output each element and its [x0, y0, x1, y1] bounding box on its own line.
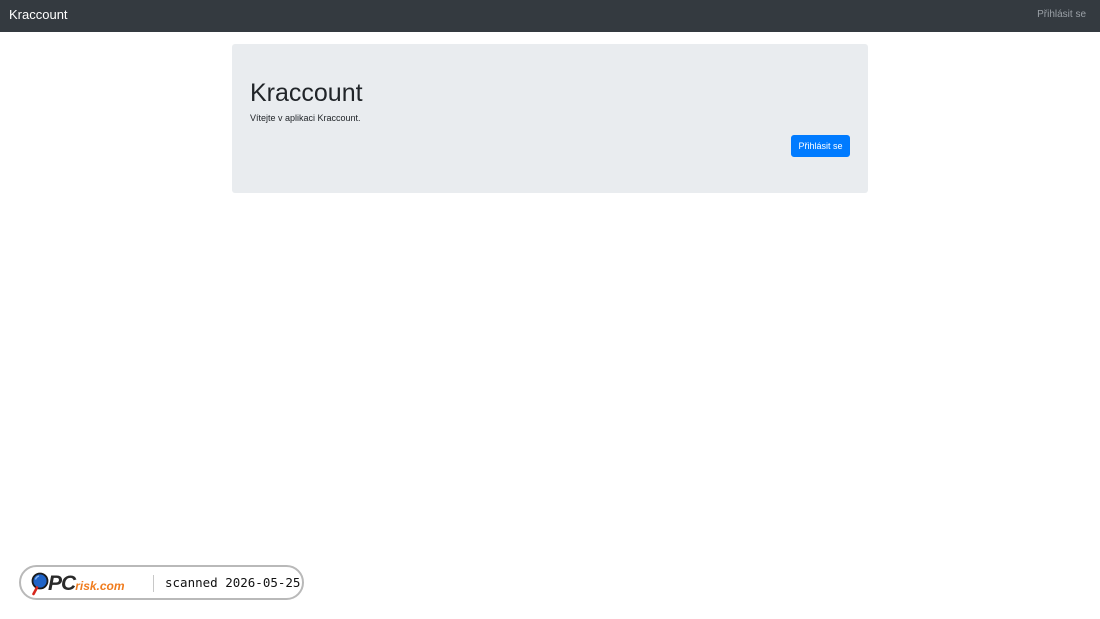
scan-date-text: scanned 2026-05-25 [165, 575, 301, 590]
badge-divider [153, 575, 154, 592]
pcrisk-logo-text: PCrisk.com [48, 573, 125, 597]
pcrisk-logo-pc: PC [48, 572, 76, 595]
login-button[interactable]: Přihlásit se [791, 135, 850, 157]
top-navbar: Kraccount Přihlásit se [0, 0, 1100, 32]
pcrisk-scan-badge: PCrisk.com scanned 2026-05-25 [19, 565, 304, 600]
page-title: Kraccount [250, 79, 363, 107]
pcrisk-logo-risk: risk.com [75, 579, 125, 593]
welcome-jumbotron: Kraccount Vítejte v aplikaci Kraccount. … [232, 44, 868, 193]
welcome-text: Vítejte v aplikaci Kraccount. [250, 113, 361, 123]
navbar-login-link[interactable]: Přihlásit se [1037, 9, 1086, 21]
navbar-brand[interactable]: Kraccount [9, 7, 68, 23]
